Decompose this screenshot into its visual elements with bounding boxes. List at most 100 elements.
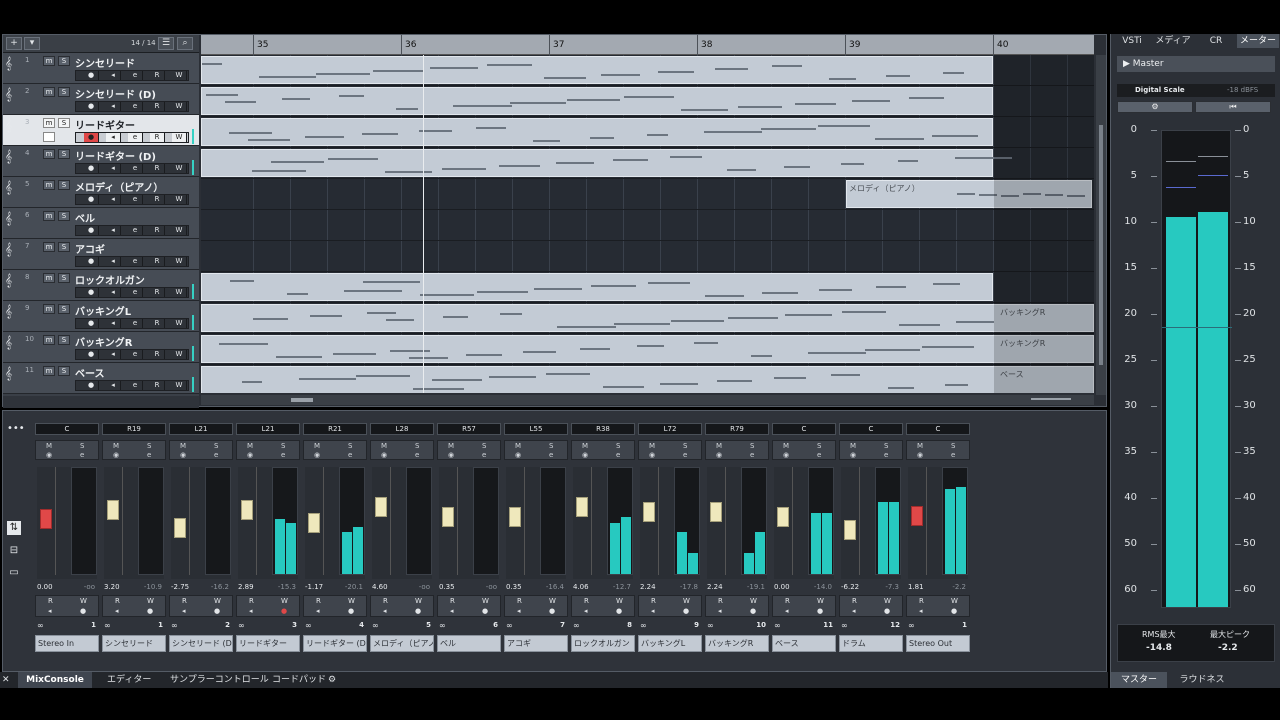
track-name[interactable]: バッキングR [75, 334, 132, 349]
read-button[interactable]: R [383, 597, 388, 605]
read-button[interactable]: R [150, 102, 165, 111]
more-icon[interactable]: ••• [7, 423, 25, 434]
track-name[interactable]: リードギター [75, 117, 135, 132]
monitor-icon[interactable]: ◂ [106, 164, 121, 173]
monitor-icon[interactable]: ◂ [106, 381, 121, 390]
tab-loudness[interactable]: ラウドネス [1171, 672, 1233, 688]
read-button[interactable]: R [450, 597, 455, 605]
mute-button[interactable]: M [649, 442, 655, 450]
write-button[interactable]: W [750, 597, 757, 605]
record-icon[interactable]: ● [84, 195, 99, 204]
track-header[interactable]: 𝄞 10 m S バッキングR ● ◂ e R W [3, 332, 199, 363]
volume-value[interactable]: 0.35 [439, 583, 455, 591]
edit-button[interactable]: e [128, 102, 143, 111]
monitor-icon[interactable]: ◂ [48, 607, 52, 615]
volume-value[interactable]: 4.06 [573, 583, 589, 591]
read-button[interactable]: R [852, 597, 857, 605]
list-icon[interactable]: ☰ [158, 37, 174, 50]
volume-value[interactable]: -6.22 [841, 583, 859, 591]
track-header[interactable]: 𝄞 4 m S リードギター (D) ● ◂ e R W [3, 146, 199, 177]
solo-button[interactable]: S [415, 442, 419, 450]
listen-icon[interactable]: ◉ [917, 451, 923, 459]
mute-button[interactable]: m [43, 56, 55, 66]
listen-icon[interactable]: ◉ [247, 451, 253, 459]
edit-icon[interactable]: e [281, 451, 285, 459]
monitor-icon[interactable]: ◂ [115, 607, 119, 615]
edit-button[interactable]: e [128, 381, 143, 390]
channel-name[interactable]: バッキングR [705, 635, 769, 652]
listen-icon[interactable]: ◉ [448, 451, 454, 459]
write-button[interactable]: W [172, 288, 187, 297]
tab-meter[interactable]: メーター [1237, 34, 1279, 48]
monitor-icon[interactable]: ◂ [106, 71, 121, 80]
pan-control[interactable]: C [772, 423, 836, 435]
midi-part[interactable] [201, 118, 993, 146]
read-button[interactable]: R [150, 350, 165, 359]
record-icon[interactable]: ● [84, 350, 99, 359]
vertical-scrollbar[interactable] [1096, 55, 1106, 395]
mute-button[interactable]: m [43, 87, 55, 97]
link-icon[interactable]: ∞ [640, 621, 647, 630]
tab-vsti[interactable]: VSTi [1115, 34, 1149, 48]
record-icon[interactable]: ● [84, 164, 99, 173]
record-icon[interactable]: ● [84, 102, 99, 111]
track-header[interactable]: 𝄞 7 m S アコギ ● ◂ e R W [3, 239, 199, 270]
edit-icon[interactable]: e [884, 451, 888, 459]
track-header[interactable]: 𝄞 3 m S リードギター ● ◂ e R W [3, 115, 199, 146]
listen-icon[interactable]: ◉ [582, 451, 588, 459]
link-icon[interactable]: ∞ [238, 621, 245, 630]
read-button[interactable]: R [48, 597, 53, 605]
edit-button[interactable]: e [128, 133, 143, 142]
track-name[interactable]: シンセリード [75, 55, 135, 70]
mute-button[interactable]: M [448, 442, 454, 450]
solo-button[interactable]: S [58, 56, 70, 66]
fader-handle[interactable] [375, 497, 387, 517]
write-button[interactable]: W [80, 597, 87, 605]
edit-icon[interactable]: e [549, 451, 553, 459]
write-button[interactable]: W [683, 597, 690, 605]
record-icon[interactable]: ● [84, 226, 99, 235]
listen-icon[interactable]: ◉ [180, 451, 186, 459]
fader-handle[interactable] [710, 502, 722, 522]
add-track-button[interactable]: + [6, 37, 22, 50]
mute-button[interactable]: M [247, 442, 253, 450]
pan-control[interactable]: C [906, 423, 970, 435]
solo-button[interactable]: S [281, 442, 285, 450]
edit-icon[interactable]: e [482, 451, 486, 459]
midi-part[interactable]: ベース [201, 366, 1094, 393]
midi-part[interactable] [201, 56, 993, 84]
input-box[interactable] [43, 132, 55, 142]
edit-icon[interactable]: e [214, 451, 218, 459]
link-icon[interactable]: ∞ [37, 621, 44, 630]
record-icon[interactable]: ● [683, 607, 689, 615]
channel-name[interactable]: ベル [437, 635, 501, 652]
record-icon[interactable]: ● [84, 71, 99, 80]
pan-control[interactable]: L21 [236, 423, 300, 435]
master-selector[interactable]: ▶ Master [1117, 56, 1275, 72]
project-cursor[interactable] [423, 55, 424, 393]
ruler[interactable]: 35 36 37 38 39 40 [201, 35, 1094, 55]
mute-button[interactable]: M [314, 442, 320, 450]
read-button[interactable]: R [150, 164, 165, 173]
edit-button[interactable]: e [128, 71, 143, 80]
write-button[interactable]: W [348, 597, 355, 605]
solo-button[interactable]: S [58, 366, 70, 376]
edit-button[interactable]: e [128, 257, 143, 266]
channel-name[interactable]: リードギター (D) [303, 635, 367, 652]
pan-control[interactable]: L72 [638, 423, 702, 435]
record-icon[interactable]: ● [482, 607, 488, 615]
solo-button[interactable]: S [58, 87, 70, 97]
edit-icon[interactable]: e [683, 451, 687, 459]
record-icon[interactable]: ● [281, 607, 287, 615]
pan-control[interactable]: R38 [571, 423, 635, 435]
record-icon[interactable]: ● [415, 607, 421, 615]
listen-icon[interactable]: ◉ [113, 451, 119, 459]
volume-value[interactable]: 3.20 [104, 583, 120, 591]
monitor-icon[interactable]: ◂ [106, 257, 121, 266]
mute-button[interactable]: M [917, 442, 923, 450]
write-button[interactable]: W [616, 597, 623, 605]
edit-icon[interactable]: e [80, 451, 84, 459]
digital-scale-row[interactable]: Digital Scale -18 dBFS [1117, 84, 1275, 97]
track-name[interactable]: シンセリード (D) [75, 86, 156, 101]
edit-button[interactable]: e [128, 195, 143, 204]
